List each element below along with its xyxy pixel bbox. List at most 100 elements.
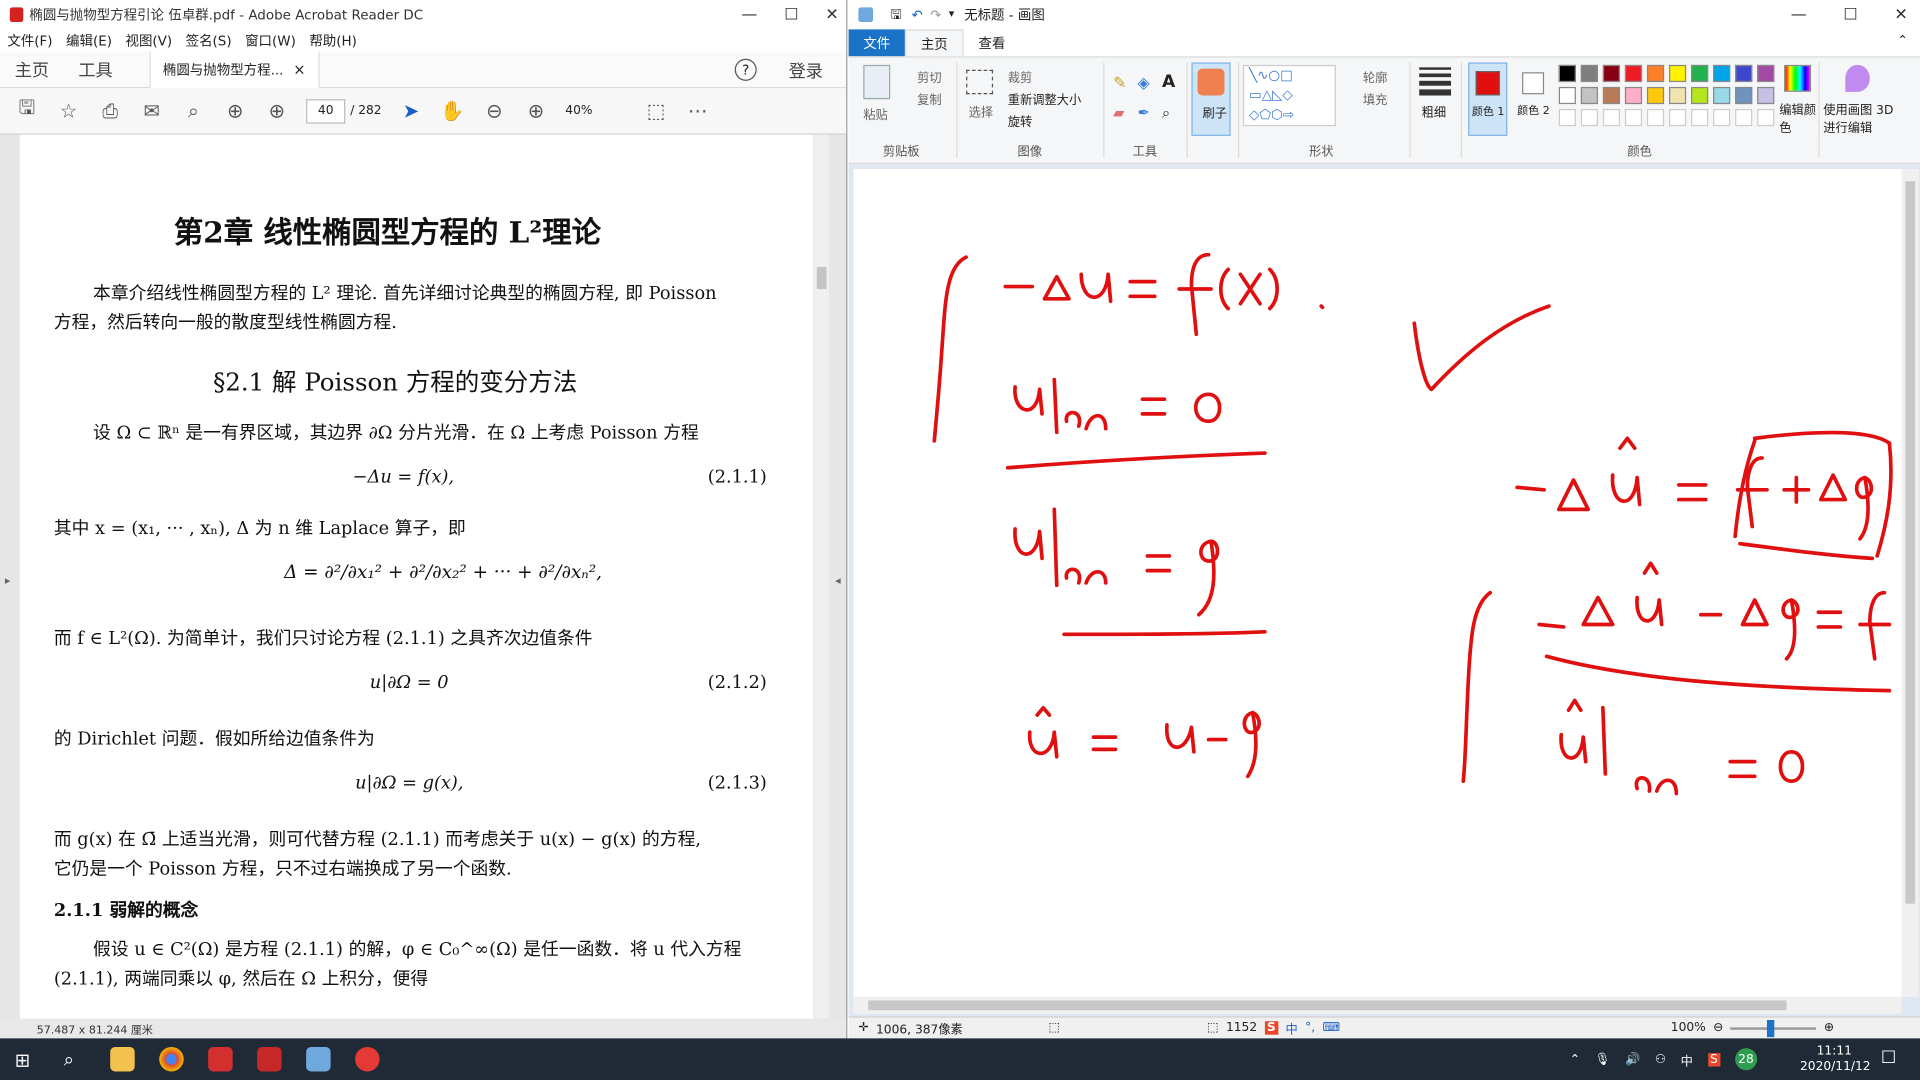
paint3d-icon[interactable] (1845, 64, 1870, 92)
tab-close-icon[interactable]: × (293, 61, 305, 78)
palette-custom-swatch[interactable] (1668, 108, 1687, 127)
text-tool-icon[interactable]: A (1162, 72, 1175, 92)
file-explorer-icon[interactable] (110, 1046, 135, 1072)
palette-swatch[interactable] (1691, 86, 1709, 105)
undo-icon[interactable]: ↶ (911, 7, 922, 23)
maximize-button[interactable]: ☐ (784, 6, 798, 24)
color-picker-icon[interactable]: ✒ (1138, 104, 1150, 121)
menu-window[interactable]: 窗口(W) (245, 31, 296, 51)
hand-tool-icon[interactable]: ✋ (440, 99, 464, 123)
color2-button[interactable]: 颜色 2 (1515, 62, 1554, 135)
microphone-icon[interactable]: 🎙 (1595, 1052, 1611, 1065)
tab-view[interactable]: 查看 (964, 33, 1020, 53)
sogou-ime-icon[interactable]: S (1264, 1021, 1279, 1035)
more-tools-icon[interactable]: ⋯ (685, 99, 709, 123)
drawing-canvas[interactable] (853, 168, 1902, 997)
tab-home[interactable]: 主页 (0, 57, 64, 81)
canvas-horizontal-scrollbar[interactable] (853, 996, 1902, 1014)
palette-swatch[interactable] (1668, 86, 1687, 105)
help-icon[interactable]: ? (734, 58, 757, 81)
fill-bucket-icon[interactable]: ◈ (1138, 75, 1150, 93)
palette-custom-swatch[interactable] (1602, 108, 1621, 127)
palette-custom-swatch[interactable] (1558, 108, 1576, 127)
youdao-icon[interactable] (208, 1046, 233, 1072)
outline-dropdown[interactable]: 轮廓 (1363, 67, 1387, 85)
start-windows-icon[interactable]: ⊞ (15, 1049, 30, 1071)
magnifier-icon[interactable]: ⌕ (1162, 104, 1170, 122)
ime-keyboard-icon[interactable]: ⌨ (1323, 1021, 1341, 1034)
palette-swatch[interactable] (1735, 86, 1753, 105)
acrobat-taskbar-icon[interactable] (257, 1046, 282, 1072)
pdf-scroll-thumb[interactable] (816, 266, 827, 289)
ribbon-collapse-icon[interactable]: ⌃ (1897, 34, 1907, 47)
search-icon[interactable]: ⌕ (181, 99, 205, 123)
zoom-slider[interactable] (1730, 1019, 1817, 1037)
menu-help[interactable]: 帮助(H) (309, 31, 357, 51)
palette-swatch[interactable] (1624, 86, 1643, 105)
page-down-icon[interactable]: ⊕ (264, 99, 288, 123)
bookmark-star-icon[interactable]: ☆ (56, 99, 80, 123)
palette-swatch[interactable] (1602, 86, 1621, 105)
ime-mode-label[interactable]: 中 (1286, 1019, 1298, 1037)
chrome-icon[interactable] (159, 1046, 184, 1072)
zoom-in-icon[interactable]: ⊕ (524, 99, 548, 123)
cut-button[interactable]: 剪切 (917, 67, 941, 85)
palette-custom-swatch[interactable] (1757, 108, 1775, 127)
shapes-gallery[interactable]: ╲∿○□ ▭△◺◇ ◇⬠⬡⇨ (1242, 64, 1336, 127)
eraser-icon[interactable]: ▰ (1113, 104, 1124, 121)
tab-tools[interactable]: 工具 (64, 57, 128, 81)
paste-icon[interactable] (863, 64, 891, 100)
paint-close-button[interactable]: ✕ (1894, 6, 1907, 24)
tab-document[interactable]: 椭圆与抛物型方程... × (149, 50, 320, 88)
redo-icon[interactable]: ↷ (930, 7, 941, 23)
palette-custom-swatch[interactable] (1691, 108, 1709, 127)
paste-button[interactable]: 粘贴 (863, 104, 887, 122)
right-panel-toggle-icon[interactable]: ◂ (835, 576, 841, 588)
zoom-level-dropdown[interactable]: 40% (565, 104, 626, 117)
palette-swatch[interactable] (1691, 64, 1709, 83)
ime-punctuation-icon[interactable]: °, (1305, 1021, 1315, 1034)
tab-home[interactable]: 主页 (904, 29, 964, 57)
quick-save-icon[interactable]: 🖫 (890, 3, 901, 26)
tab-file[interactable]: 文件 (848, 29, 905, 57)
login-button[interactable]: 登录 (789, 59, 823, 83)
minimize-button[interactable]: — (741, 6, 757, 24)
paint-maximize-button[interactable]: ☐ (1843, 6, 1857, 24)
left-panel-toggle-icon[interactable]: ▸ (5, 576, 11, 588)
menu-file[interactable]: 文件(F) (7, 31, 52, 51)
menu-view[interactable]: 视图(V) (125, 31, 172, 51)
palette-swatch[interactable] (1580, 86, 1598, 105)
palette-swatch[interactable] (1602, 64, 1621, 83)
pdf-vertical-scrollbar[interactable] (814, 134, 829, 1019)
palette-swatch[interactable] (1646, 64, 1665, 83)
pencil-icon[interactable]: ✎ (1113, 75, 1126, 93)
paint3d-button[interactable]: 使用画图 3D 进行编辑 (1823, 99, 1894, 136)
palette-swatch[interactable] (1668, 64, 1687, 83)
paint-taskbar-icon[interactable] (306, 1046, 331, 1072)
brush-button[interactable]: 刷子 (1191, 62, 1231, 136)
edit-colors-button[interactable]: 编辑颜色 (1779, 99, 1816, 136)
copy-button[interactable]: 复制 (917, 89, 941, 107)
fill-dropdown[interactable]: 填充 (1363, 89, 1387, 107)
size-button[interactable]: 粗细 (1422, 102, 1446, 120)
canvas-hscroll-thumb[interactable] (868, 1000, 1787, 1011)
clock[interactable]: 11:11 2020/11/12 (1800, 1043, 1871, 1075)
fit-page-icon[interactable]: ⬚ (644, 99, 668, 123)
canvas-vscroll-thumb[interactable] (1905, 181, 1916, 904)
notification-badge[interactable]: 28 (1734, 1048, 1758, 1071)
canvas-vertical-scrollbar[interactable] (1901, 168, 1919, 997)
network-icon[interactable]: ⚇ (1655, 1052, 1666, 1065)
palette-custom-swatch[interactable] (1735, 108, 1753, 127)
palette-custom-swatch[interactable] (1646, 108, 1665, 127)
close-button[interactable]: ✕ (825, 6, 838, 24)
palette-swatch[interactable] (1713, 86, 1731, 105)
zoom-slider-thumb[interactable] (1767, 1019, 1775, 1037)
palette-custom-swatch[interactable] (1713, 108, 1731, 127)
page-number-input[interactable]: 40 (306, 98, 346, 124)
palette-swatch[interactable] (1558, 64, 1576, 83)
zoom-out-icon[interactable]: ⊖ (482, 99, 506, 123)
crop-button[interactable]: 裁剪 (1008, 67, 1032, 85)
page-up-icon[interactable]: ⊕ (223, 99, 247, 123)
palette-swatch[interactable] (1558, 86, 1576, 105)
palette-custom-swatch[interactable] (1624, 108, 1643, 127)
